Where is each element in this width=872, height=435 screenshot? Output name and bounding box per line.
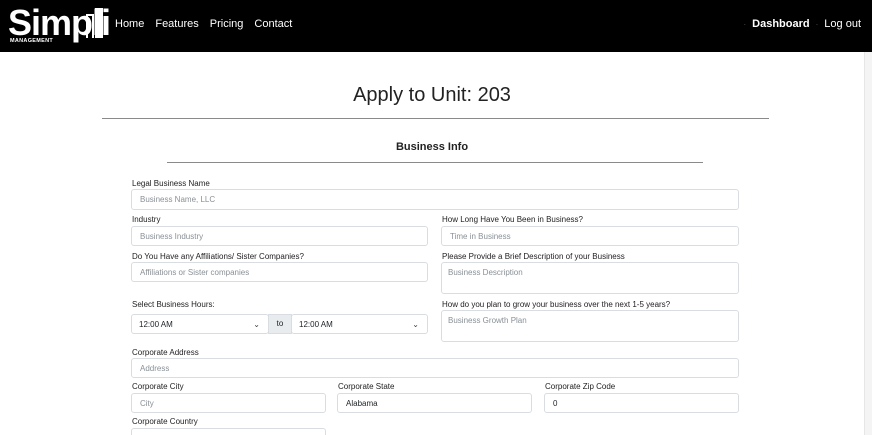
state-input[interactable] [337,393,532,413]
nav-separator: · [743,19,747,29]
city-input[interactable] [131,393,326,413]
legal-name-input[interactable] [131,189,739,210]
nav-links: Home Features Pricing Contact [115,18,292,30]
simpli-logo[interactable]: Simpli MANAGEMENT [8,2,111,48]
industry-input[interactable] [131,226,428,246]
description-label: Please Provide a Brief Description of yo… [442,252,625,261]
time-in-business-label: How Long Have You Been in Business? [442,215,583,224]
growth-label: How do you plan to grow your business ov… [442,300,671,309]
affiliations-input[interactable] [131,262,428,282]
title-divider [102,118,769,119]
building-icon [86,8,104,38]
navbar: Simpli MANAGEMENT Home Features Pricing … [0,0,872,52]
time-in-business-input[interactable] [441,226,739,246]
industry-label: Industry [132,215,161,224]
close-hours-select[interactable]: 12:00 AM ⌄ [291,314,428,334]
section-divider [167,162,703,163]
chevron-down-icon: ⌄ [253,320,260,329]
legal-name-label: Legal Business Name [132,179,210,188]
nav-logout[interactable]: Log out [824,18,861,30]
zip-input[interactable] [544,393,739,413]
nav-dashboard[interactable]: Dashboard [752,18,809,30]
nav-pricing[interactable]: Pricing [210,18,244,30]
page-title: Apply to Unit: 203 [353,84,511,106]
country-label: Corporate Country [132,417,198,426]
scrollbar[interactable] [864,52,872,435]
nav-home[interactable]: Home [115,18,144,30]
nav-features[interactable]: Features [155,18,198,30]
hours-label: Select Business Hours: [132,300,215,309]
address-input[interactable] [131,358,739,378]
country-select[interactable] [131,428,326,435]
city-label: Corporate City [132,382,184,391]
growth-textarea[interactable] [441,310,739,342]
description-textarea[interactable] [441,262,739,294]
section-title: Business Info [395,141,469,153]
chevron-down-icon: ⌄ [412,320,419,329]
zip-label: Corporate Zip Code [545,382,616,391]
open-hours-select[interactable]: 12:00 AM ⌄ [131,314,269,334]
affiliations-label: Do You Have any Affiliations/ Sister Com… [132,252,304,261]
nav-separator: · [815,19,819,29]
address-label: Corporate Address [132,348,199,357]
close-hours-value: 12:00 AM [299,320,333,329]
state-label: Corporate State [338,382,395,391]
logo-subtext: MANAGEMENT [10,38,54,44]
nav-contact[interactable]: Contact [254,18,292,30]
hours-to-label: to [268,314,292,334]
open-hours-value: 12:00 AM [139,320,173,329]
nav-account: · Dashboard · Log out [743,18,861,30]
